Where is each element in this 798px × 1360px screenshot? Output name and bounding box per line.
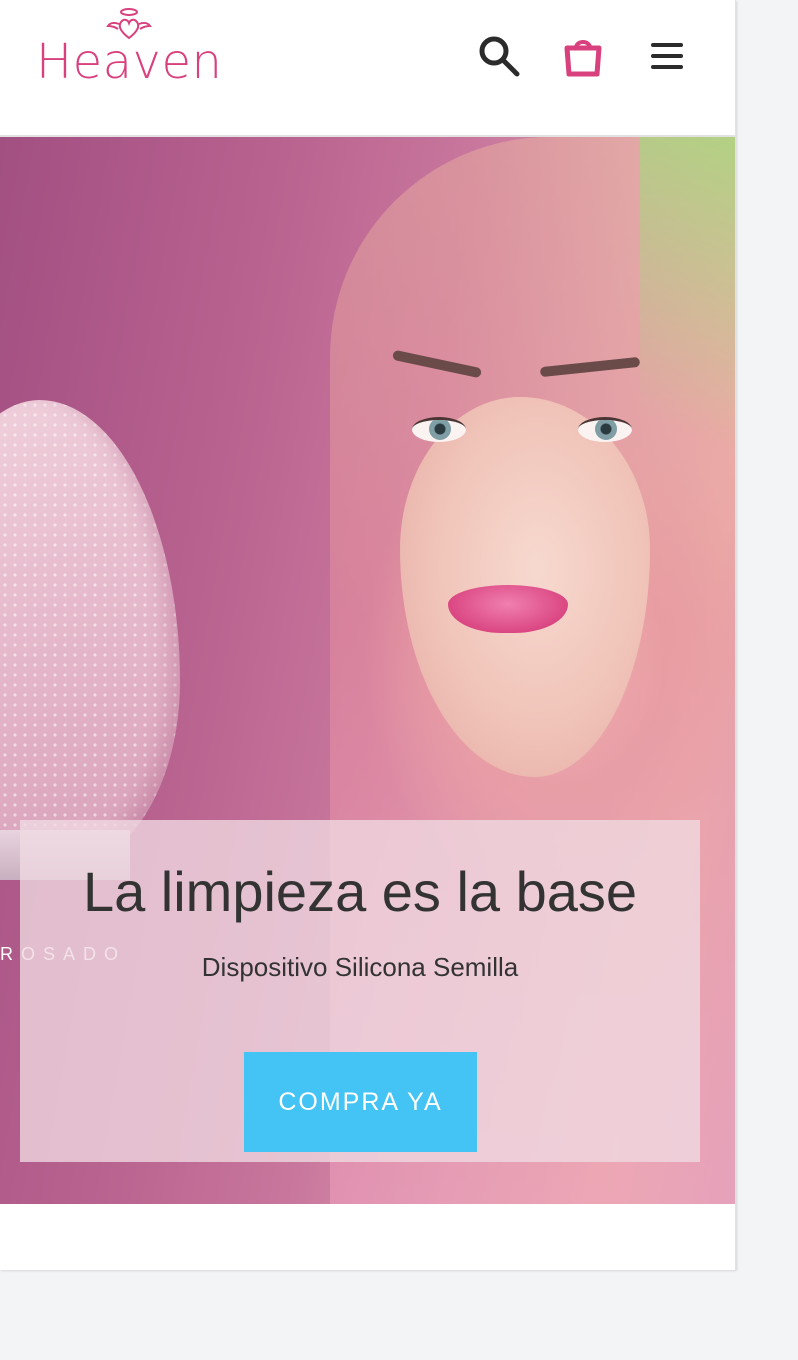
cart-button[interactable] — [557, 30, 609, 82]
shop-now-button[interactable]: COMPRA YA — [244, 1052, 477, 1152]
hero-image-eye-left — [412, 417, 466, 442]
heaven-logo[interactable]: Heaven — [36, 4, 226, 94]
hero-subtitle: Dispositivo Silicona Semilla — [201, 952, 519, 982]
menu-button[interactable] — [641, 30, 693, 82]
search-button[interactable] — [473, 30, 525, 82]
hero-image-cleansing-device — [0, 400, 180, 870]
hero-image-hair-highlight — [640, 137, 735, 497]
site-header: Heaven — [0, 0, 735, 137]
search-icon — [479, 36, 520, 77]
hamburger-menu-icon — [651, 43, 683, 69]
page-container: Heaven La limpieza es la base Dispositiv… — [0, 0, 736, 1270]
hero-title: La limpieza es la base — [82, 860, 638, 923]
hero-image-eye-right — [578, 417, 632, 442]
shopping-bag-icon — [564, 40, 602, 77]
logo-wordmark: Heaven — [36, 34, 223, 90]
hero-caption-box: La limpieza es la base Dispositivo Silic… — [20, 820, 700, 1162]
